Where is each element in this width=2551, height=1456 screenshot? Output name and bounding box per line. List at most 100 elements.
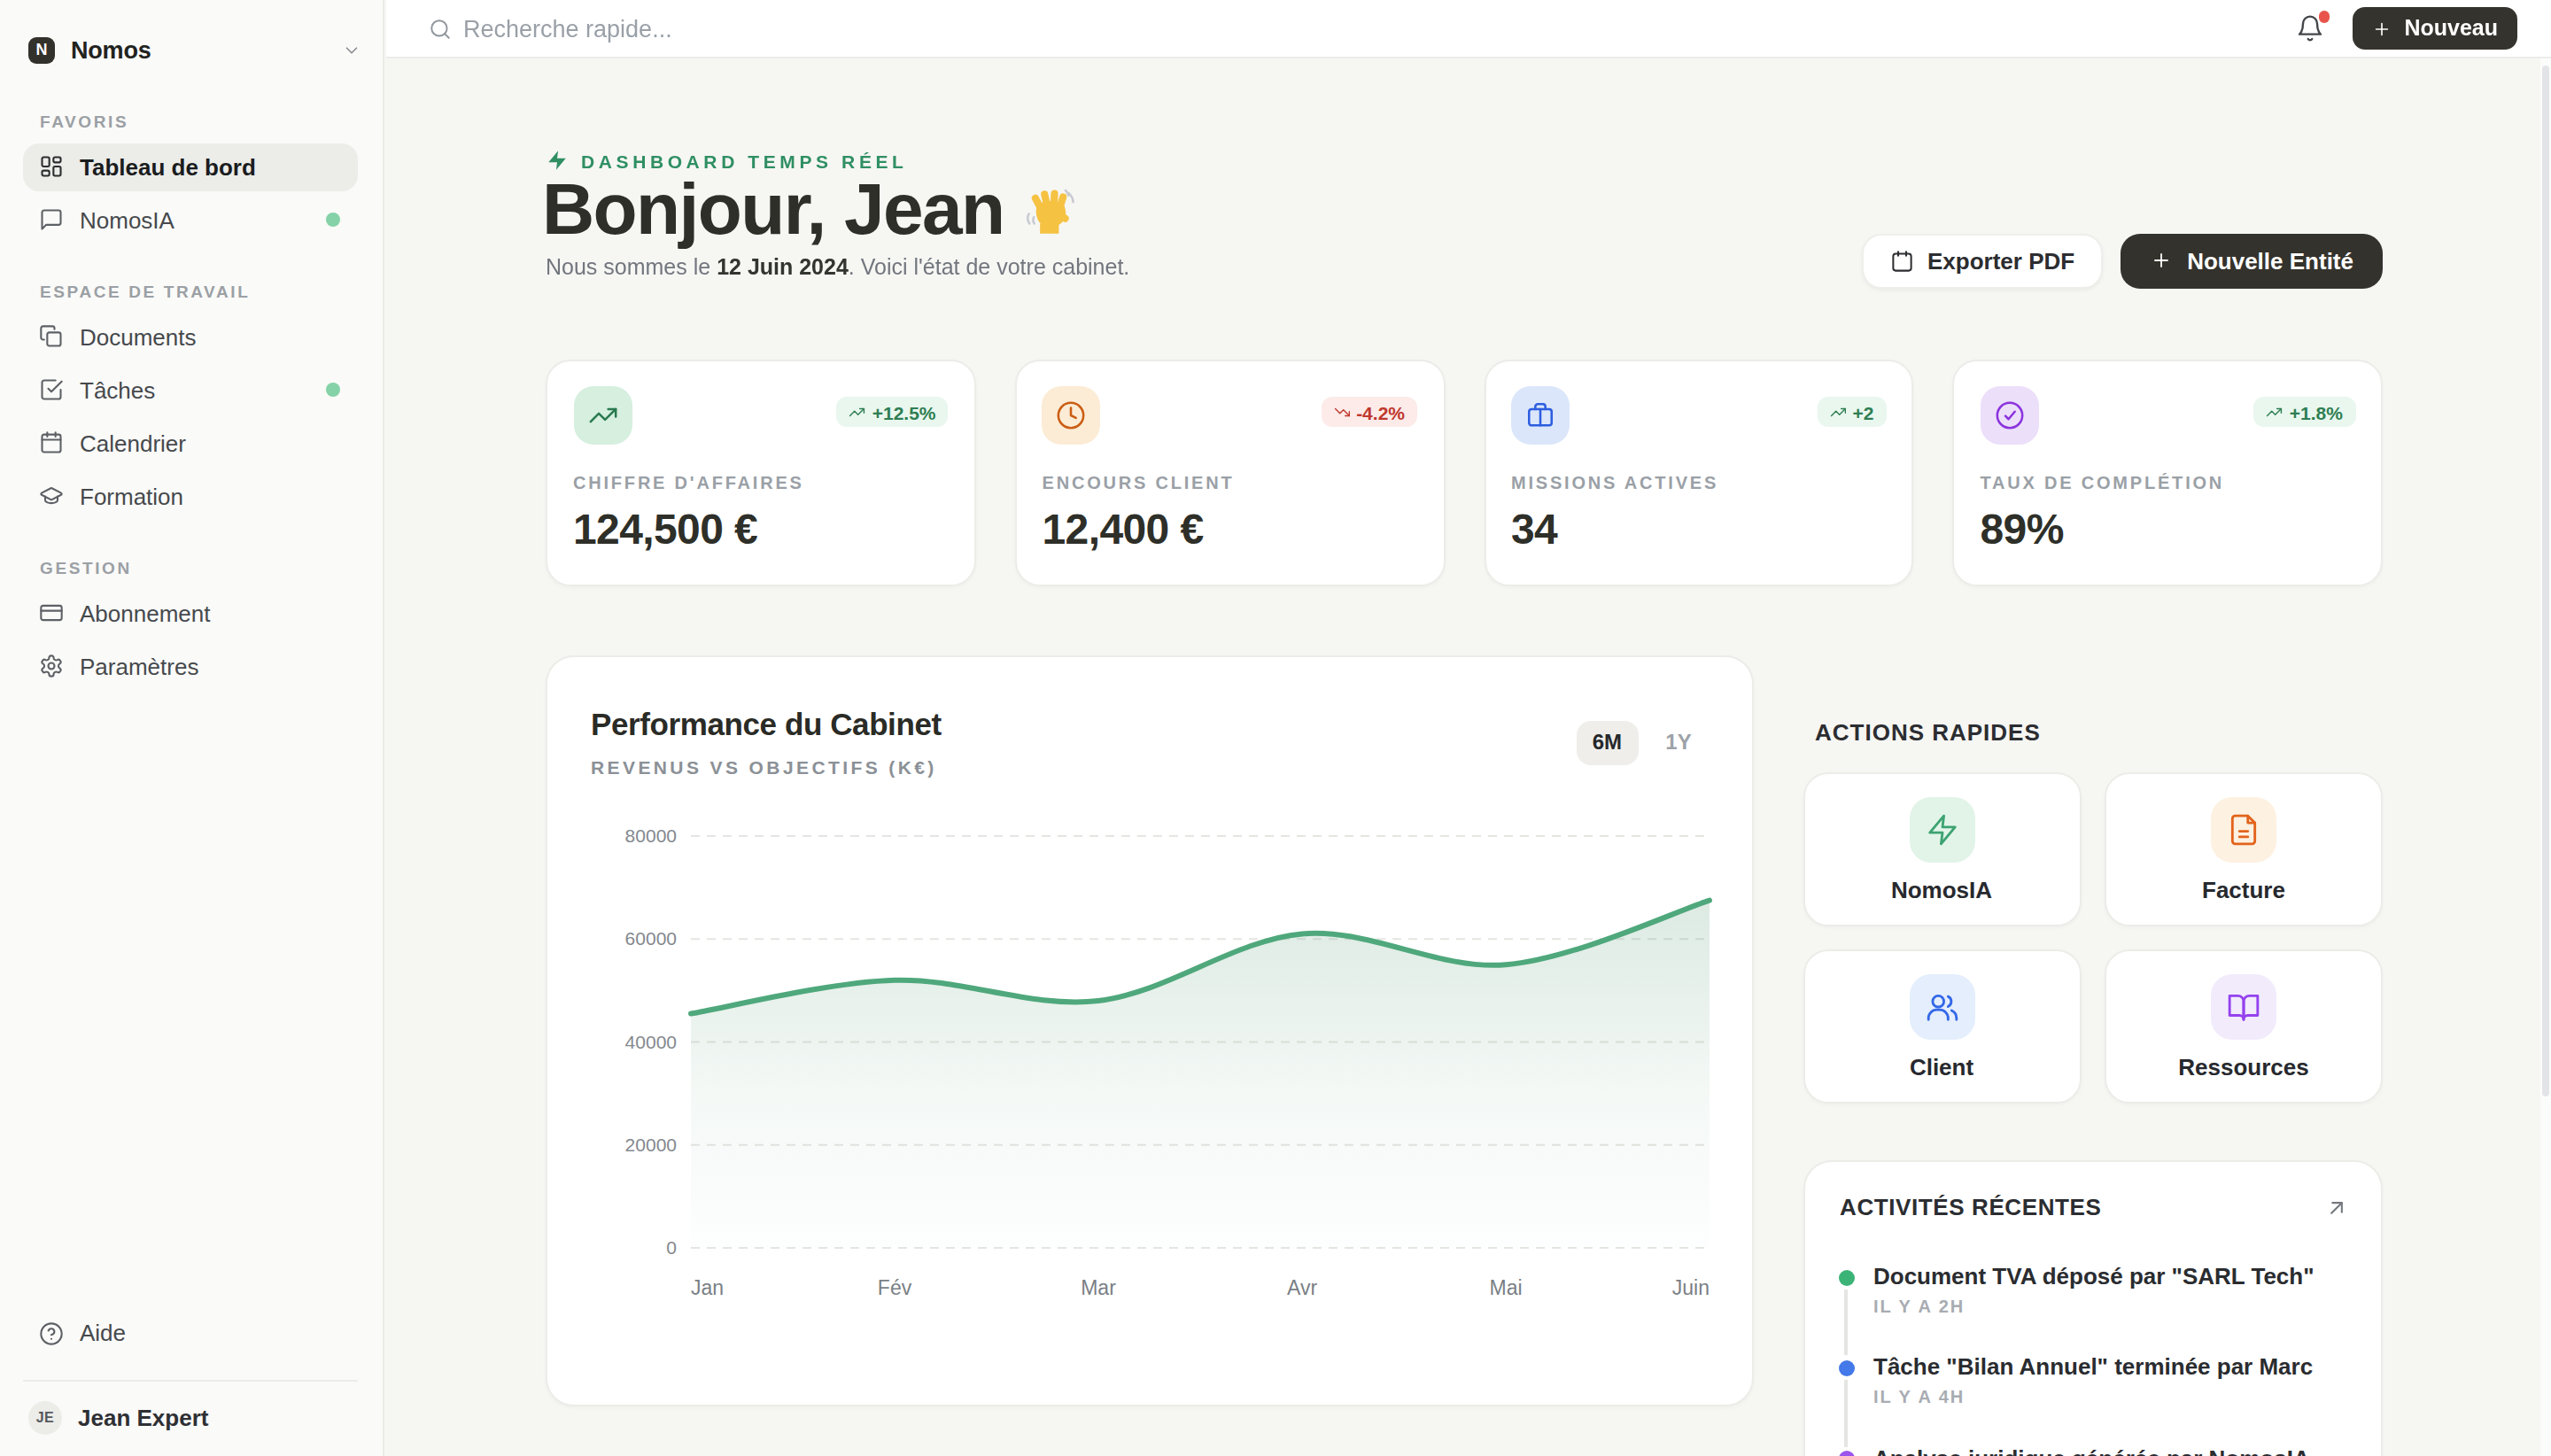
credit-card-icon [39,601,64,626]
activity-dot [1838,1360,1854,1376]
workspace-switcher[interactable]: N Nomos [28,25,361,74]
new-entity-button[interactable]: Nouvelle Entité [2121,233,2383,289]
notification-badge [2318,11,2330,22]
nav-section-favoris: FAVORIS [40,112,382,131]
performance-chart-card: Performance du Cabinet REVENUS VS OBJECT… [546,655,1754,1406]
topbar: Nouveau [385,0,2551,58]
user-profile[interactable]: JE Jean Expert [28,1401,357,1435]
book-open-icon [2211,973,2276,1039]
invoice-icon [2211,796,2276,862]
main-area: Nouveau DASHBOARD TEMPS RÉEL Bonjour, Je… [385,0,2551,1456]
activity-item[interactable]: Analyse juridique générée par NomosIA IL… [1804,1444,2356,1456]
svg-text:Mar: Mar [1081,1276,1116,1299]
arrow-up-right-icon[interactable] [2324,1195,2349,1220]
new-button[interactable]: Nouveau [2353,8,2517,50]
help-icon [39,1321,64,1346]
chat-icon [39,208,64,233]
svg-text:Avr: Avr [1287,1276,1317,1299]
briefcase-icon [1511,385,1570,444]
status-dot [326,213,340,228]
svg-text:Juin: Juin [1672,1276,1710,1299]
svg-text:Fév: Fév [878,1276,912,1299]
quick-action-client[interactable]: Client [1803,949,2081,1104]
area-chart: 020000400006000080000JanFévMarAvrMaiJuin [547,657,1756,1408]
svg-text:60000: 60000 [625,928,677,949]
sidebar-item-label: Formation [80,484,183,510]
search-input[interactable] [463,15,995,42]
stat-value: 12,400 € [1043,504,1418,554]
delta-badge: +2 [1818,397,1887,427]
sidebar-item-aide[interactable]: Aide [22,1309,357,1358]
page-subtitle: Nous sommes le 12 Juin 2024. Voici l'éta… [546,255,1129,282]
layout-dashboard-icon [39,155,64,180]
page-title: Bonjour, Jean [542,170,1076,248]
delta-badge: -4.2% [1321,397,1417,427]
stat-value: 124,500 € [573,504,949,554]
activity-item[interactable]: Tâche "Bilan Annuel" terminée par Marc I… [1804,1354,2356,1406]
current-date: 12 Juin 2024 [717,255,849,280]
sidebar-item-label: Tableau de bord [80,154,256,181]
check-square-icon [39,378,64,403]
sidebar-item-formation[interactable]: Formation [22,472,357,521]
plus-icon [2150,251,2171,272]
calendar-icon [1889,249,1913,273]
sidebar-item-calendrier[interactable]: Calendrier [22,419,357,468]
sidebar-item-abonnement[interactable]: Abonnement [22,589,357,638]
right-column: ACTIONS RAPIDES NomosIA Facture [1803,655,2383,1406]
dashboard-content: DASHBOARD TEMPS RÉEL Bonjour, Jean [385,58,2551,1456]
svg-text:80000: 80000 [625,825,677,846]
avatar: JE [28,1401,62,1435]
sidebar-item-nomosia[interactable]: NomosIA [22,196,357,244]
trending-up-icon [573,385,632,444]
activity-dot [1838,1451,1854,1456]
nav-section-gestion: GESTION [40,558,382,577]
users-icon [1909,973,1974,1039]
sidebar-item-label: Documents [80,324,197,351]
sidebar-item-label: Calendrier [80,430,186,457]
notifications-button[interactable] [2296,14,2324,43]
gear-icon [39,654,64,679]
plus-icon [2372,19,2392,38]
stat-label: MISSIONS ACTIVES [1511,473,1887,492]
stat-card-taux-completion: +1.8% TAUX DE COMPLÉTION 89% [1953,360,2384,586]
search-bar [429,15,2296,42]
activities-title: ACTIVITÉS RÉCENTES [1840,1194,2101,1220]
app-root: N Nomos FAVORIS Tableau de bord NomosIA … [0,0,2551,1456]
quick-actions-grid: NomosIA Facture Client [1803,771,2383,1104]
svg-text:40000: 40000 [625,1032,677,1052]
activity-item[interactable]: Document TVA déposé par "SARL Tech" IL Y… [1804,1263,2356,1315]
zap-icon [1909,796,1974,862]
stat-value: 34 [1511,504,1887,554]
scrollbar-thumb[interactable] [2541,65,2549,1096]
activity-time: IL Y A 4H [1873,1387,2356,1406]
quick-action-facture[interactable]: Facture [2105,771,2383,926]
sidebar-item-taches[interactable]: Tâches [22,366,357,414]
stat-card-chiffre-daffaires: +12.5% CHIFFRE D'AFFAIRES 124,500 € [546,360,976,586]
sidebar-footer: Aide JE Jean Expert [0,1309,382,1456]
sidebar: N Nomos FAVORIS Tableau de bord NomosIA … [0,0,384,1456]
delta-badge: +1.8% [2254,397,2355,427]
recent-activities-card: ACTIVITÉS RÉCENTES Document TVA déposé p… [1803,1160,2383,1456]
export-pdf-button[interactable]: Exporter PDF [1861,233,2103,289]
sidebar-item-label: Tâches [80,377,155,404]
stat-value: 89% [1981,504,2356,554]
chevron-down-icon [341,40,361,59]
stat-card-missions-actives: +2 MISSIONS ACTIVES 34 [1484,360,1914,586]
sidebar-item-parametres[interactable]: Paramètres [22,642,357,691]
sidebar-item-documents[interactable]: Documents [22,313,357,361]
activity-time: IL Y A 2H [1873,1296,2356,1315]
status-dot [326,383,340,398]
sidebar-item-label: Paramètres [80,654,198,680]
sidebar-item-tableau-de-bord[interactable]: Tableau de bord [22,143,357,191]
nav-section-espace: ESPACE DE TRAVAIL [40,282,382,301]
sidebar-item-label: Aide [80,1320,126,1347]
check-circle-icon [1981,385,2039,444]
search-icon [429,17,452,40]
graduation-cap-icon [39,484,64,509]
quick-actions-label: ACTIONS RAPIDES [1815,719,2041,746]
quick-action-ressources[interactable]: Ressources [2105,949,2383,1104]
quick-action-nomosia[interactable]: NomosIA [1803,771,2081,926]
stat-label: TAUX DE COMPLÉTION [1981,473,2356,492]
calendar-icon [39,431,64,456]
sidebar-item-label: NomosIA [80,207,174,234]
